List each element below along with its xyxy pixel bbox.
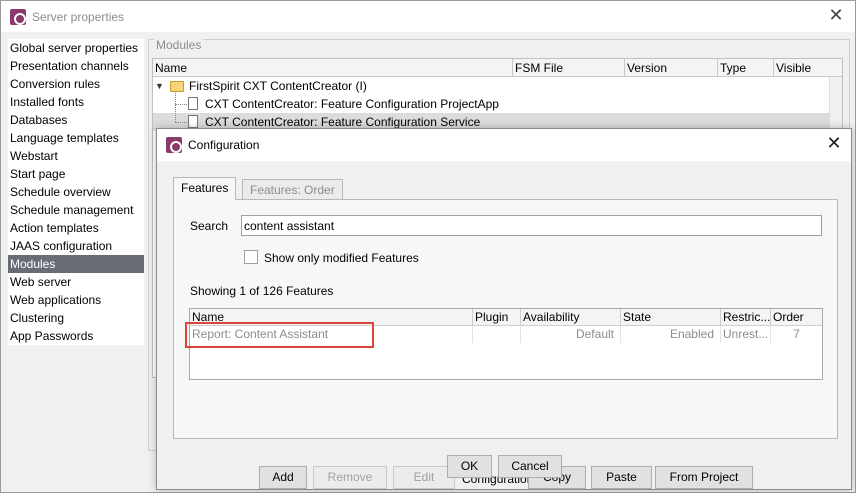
sidebar-item-web-server[interactable]: Web server [8, 273, 144, 291]
column-header-version[interactable]: Version [625, 59, 718, 76]
feature-restrictions-cell: Unrest... [721, 326, 771, 343]
tree-row-label: CXT ContentCreator: Feature Configuratio… [205, 97, 499, 111]
tree-row[interactable]: CXT ContentCreator: Feature Configuratio… [153, 91, 842, 113]
show-modified-label: Show only modified Features [264, 251, 419, 265]
folder-icon [170, 81, 184, 92]
tab-features[interactable]: Features [173, 177, 237, 200]
window-title: Server properties [32, 9, 125, 24]
showing-count: Showing 1 of 126 Features [190, 284, 334, 298]
window-titlebar: Server properties ✕ [1, 1, 855, 32]
app-icon [10, 8, 26, 25]
dialog-titlebar: Configuration ✕ [157, 129, 851, 161]
feature-state-cell: Enabled [621, 326, 721, 343]
feature-plugin-cell [473, 326, 521, 343]
sidebar-item-schedule-overview[interactable]: Schedule overview [8, 183, 144, 201]
file-icon [188, 115, 198, 128]
features-table: Name Plugin Availability State Restric..… [189, 308, 823, 380]
add-button[interactable]: Add [259, 466, 307, 489]
sidebar-item-modules[interactable]: Modules [8, 255, 144, 273]
tree-guide-line [175, 104, 176, 122]
feature-availability-cell: Default [521, 326, 621, 343]
features-table-header: Name Plugin Availability State Restric..… [190, 309, 822, 326]
ok-button[interactable]: OK [447, 455, 492, 478]
column-header-plugin[interactable]: Plugin [473, 309, 521, 325]
sidebar-item-jaas-configuration[interactable]: JAAS configuration [8, 237, 144, 255]
column-header-name[interactable]: Name [153, 59, 513, 76]
sidebar-item-databases[interactable]: Databases [8, 111, 144, 129]
paste-button[interactable]: Paste [591, 466, 652, 489]
remove-button[interactable]: Remove [313, 466, 387, 489]
sidebar-item-installed-fonts[interactable]: Installed fonts [8, 93, 144, 111]
modules-legend: Modules [154, 38, 204, 52]
expand-arrow-icon[interactable]: ▼ [155, 77, 164, 95]
sidebar: Global server properties Presentation ch… [8, 39, 144, 345]
sidebar-item-schedule-management[interactable]: Schedule management [8, 201, 144, 219]
tree-guide-line [175, 104, 187, 105]
sidebar-item-conversion-rules[interactable]: Conversion rules [8, 75, 144, 93]
cancel-button[interactable]: Cancel [498, 455, 562, 478]
column-header-restrictions[interactable]: Restric... [721, 309, 771, 325]
sidebar-item-app-passwords[interactable]: App Passwords [8, 327, 144, 345]
column-header-name[interactable]: Name [190, 309, 473, 325]
sidebar-item-clustering[interactable]: Clustering [8, 309, 144, 327]
search-label: Search [190, 219, 229, 233]
sidebar-item-language-templates[interactable]: Language templates [8, 129, 144, 147]
tree-guide-line [175, 91, 176, 104]
close-icon[interactable]: ✕ [827, 7, 845, 25]
column-header-availability[interactable]: Availability [521, 309, 621, 325]
feature-order-cell: 7 [793, 327, 800, 341]
tab-features-order[interactable]: Features: Order [242, 179, 343, 199]
feature-name-cell: Report: Content Assistant [190, 326, 473, 343]
sidebar-item-webstart[interactable]: Webstart [8, 147, 144, 165]
configuration-dialog: Configuration ✕ Features Features: Order… [156, 128, 852, 490]
table-row[interactable]: Report: Content Assistant Default Enable… [190, 326, 822, 343]
column-header-order[interactable]: Order [771, 309, 822, 325]
from-project-button[interactable]: From Project [655, 466, 753, 489]
sidebar-item-start-page[interactable]: Start page [8, 165, 144, 183]
sidebar-item-web-applications[interactable]: Web applications [8, 291, 144, 309]
column-header-type[interactable]: Type [718, 59, 774, 76]
search-input[interactable] [241, 215, 822, 236]
column-header-fsm-file[interactable]: FSM File [513, 59, 625, 76]
tree-guide-line [175, 122, 187, 123]
dialog-title: Configuration [188, 138, 260, 152]
tree-header: Name FSM File Version Type Visible [153, 59, 842, 77]
close-icon[interactable]: ✕ [825, 135, 843, 153]
app-icon [166, 137, 182, 153]
tree-row[interactable]: ▼ FirstSpirit CXT ContentCreator (I) [153, 77, 842, 95]
sidebar-item-presentation-channels[interactable]: Presentation channels [8, 57, 144, 75]
column-header-state[interactable]: State [621, 309, 721, 325]
show-modified-checkbox[interactable] [244, 250, 258, 264]
sidebar-item-action-templates[interactable]: Action templates [8, 219, 144, 237]
edit-button[interactable]: Edit [393, 466, 455, 489]
sidebar-item-global-server-properties[interactable]: Global server properties [8, 39, 144, 57]
tree-row-label: FirstSpirit CXT ContentCreator (I) [189, 79, 367, 93]
column-header-visible[interactable]: Visible [774, 59, 830, 76]
features-panel: Search Show only modified Features Showi… [173, 199, 838, 489]
file-icon [188, 97, 198, 110]
